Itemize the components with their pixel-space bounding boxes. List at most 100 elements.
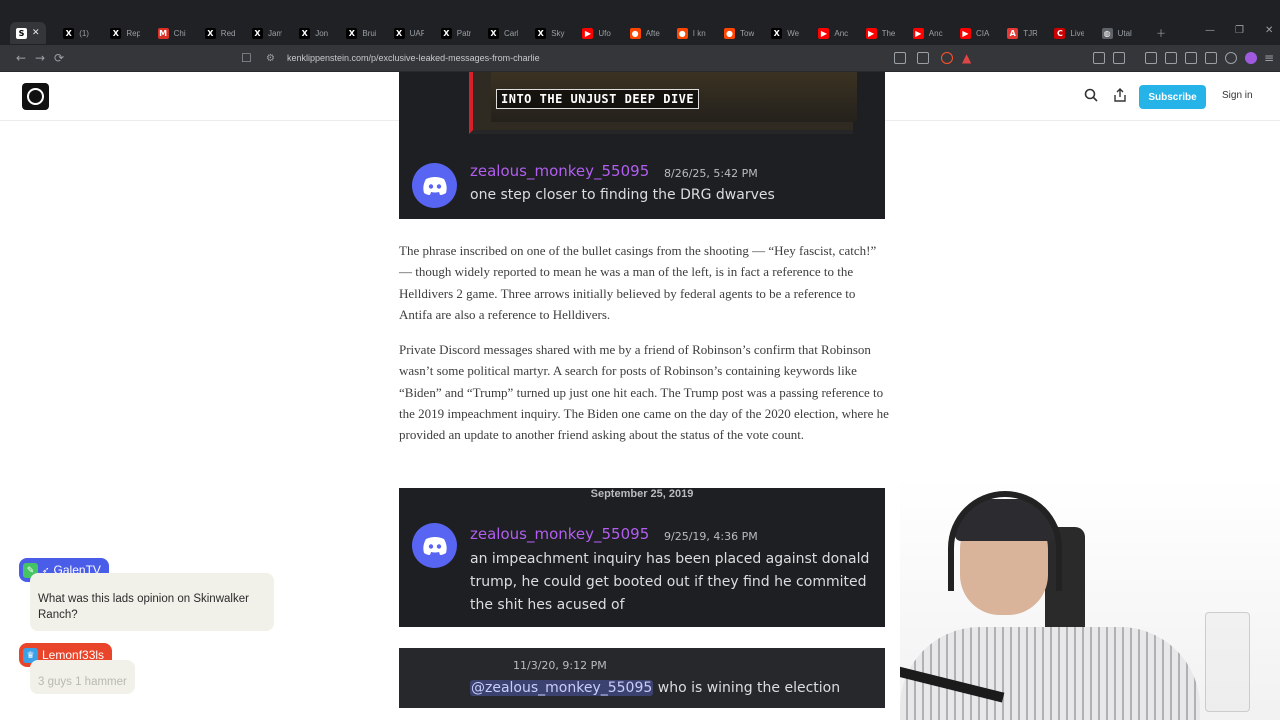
panel-icon[interactable] xyxy=(1165,52,1177,64)
browser-tab[interactable]: ▶ CIA xyxy=(954,22,996,44)
tab-title: Tow xyxy=(740,28,754,38)
brave-rewards-icon[interactable]: ▲ xyxy=(962,51,971,65)
x-icon: X xyxy=(110,27,122,39)
discord-message-line: @zealous_monkey_55095 who is wining the … xyxy=(470,677,885,700)
reddit-icon: ● xyxy=(676,27,688,39)
bookmark-icon[interactable]: ☐ xyxy=(241,51,252,65)
forward-icon[interactable]: → xyxy=(35,51,45,65)
discord-logo-icon xyxy=(422,176,447,195)
profile-icon[interactable] xyxy=(1245,52,1257,64)
maximize-icon[interactable]: ❐ xyxy=(1235,25,1244,36)
x-icon: X xyxy=(535,27,547,39)
browser-tab[interactable]: ● Tow xyxy=(718,22,760,44)
tab-title: Brui xyxy=(362,28,377,38)
browser-tab[interactable]: ◍ Utal xyxy=(1096,22,1138,44)
tab-title: Utal xyxy=(1117,28,1132,38)
brave-shield-icon[interactable] xyxy=(941,52,953,64)
tab-title: Chi xyxy=(173,28,186,38)
pdf-icon: A xyxy=(1007,27,1019,39)
tab-title: (1) xyxy=(79,28,89,38)
browser-tab[interactable]: X Carl xyxy=(482,22,524,44)
close-window-icon[interactable]: ✕ xyxy=(1265,25,1273,36)
x-icon: X xyxy=(204,27,216,39)
subscribe-button[interactable]: Subscribe xyxy=(1139,85,1206,109)
x-icon: X xyxy=(63,27,75,39)
browser-tab[interactable]: X Rep xyxy=(104,22,146,44)
browser-tab[interactable]: X (1) xyxy=(57,22,99,44)
sign-in-link[interactable]: Sign in xyxy=(1222,90,1253,101)
media-icon[interactable] xyxy=(1145,52,1157,64)
discord-avatar xyxy=(412,163,457,208)
wallet-icon[interactable] xyxy=(1185,52,1197,64)
browser-tab[interactable]: S ✕ xyxy=(10,22,46,44)
browser-tab[interactable]: ● I kn xyxy=(671,22,713,44)
extensions-icon[interactable] xyxy=(1093,52,1105,64)
browser-tab[interactable]: M Chi xyxy=(152,22,194,44)
site-info-icon[interactable]: ⚙ xyxy=(266,53,275,64)
browser-tab[interactable]: ▶ Ufo xyxy=(576,22,618,44)
browser-tab[interactable]: X Brui xyxy=(340,22,382,44)
tab-title: Patr xyxy=(456,28,471,38)
new-tab-icon[interactable]: ＋ xyxy=(1156,25,1166,40)
x-icon: X xyxy=(771,27,783,39)
x-icon: X xyxy=(488,27,499,39)
x-icon: X xyxy=(440,27,452,39)
youtube-icon: ▶ xyxy=(960,27,971,39)
browser-tab[interactable]: ▶ Anc xyxy=(812,22,854,44)
discord-avatar xyxy=(412,523,457,568)
x-icon: X xyxy=(346,27,358,39)
browser-tab[interactable]: X Patr xyxy=(435,22,477,44)
search-icon[interactable] xyxy=(1084,88,1098,102)
browser-tab[interactable]: ▶ The xyxy=(860,22,902,44)
discord-embed-3: 11/3/20, 9:12 PM @zealous_monkey_55095 w… xyxy=(399,648,885,708)
leo-icon[interactable] xyxy=(1205,52,1217,64)
youtube-icon: ▶ xyxy=(865,27,877,39)
chat-message: 3 guys 1 hammer xyxy=(30,660,135,694)
reddit-icon: ● xyxy=(629,27,641,39)
browser-tab[interactable]: X Jon xyxy=(293,22,335,44)
discord-message: one step closer to finding the DRG dwarv… xyxy=(470,187,775,203)
share-icon[interactable] xyxy=(1113,88,1127,102)
tab-title: Jam xyxy=(268,28,282,38)
discord-embed-1: INTO THE UNJUST DEEP DIVE zealous_monkey… xyxy=(399,72,885,219)
sidebar-icon[interactable] xyxy=(1113,52,1125,64)
site-logo[interactable] xyxy=(22,83,49,110)
back-icon[interactable]: ← xyxy=(16,51,26,65)
youtube-icon: ▶ xyxy=(912,27,924,39)
tab-title: The xyxy=(881,28,896,38)
vpn-icon[interactable] xyxy=(1225,52,1237,64)
reader-mode-icon[interactable] xyxy=(894,52,906,64)
browser-tab[interactable]: C Live xyxy=(1048,22,1090,44)
browser-tab[interactable]: X UAF xyxy=(388,22,430,44)
tab-title: Live xyxy=(1070,28,1085,38)
browser-tab[interactable]: X Sky xyxy=(529,22,571,44)
x-icon: X xyxy=(393,27,405,39)
browser-tab[interactable]: X We xyxy=(765,22,807,44)
youtube-icon: ▶ xyxy=(582,27,594,39)
share-icon[interactable] xyxy=(917,52,929,64)
tab-title: Anc xyxy=(928,28,943,38)
cnn-icon: C xyxy=(1054,27,1066,39)
video-caption: INTO THE UNJUST DEEP DIVE xyxy=(496,89,700,109)
browser-tab[interactable]: ● Afte xyxy=(624,22,666,44)
browser-tab[interactable]: A TJR xyxy=(1001,22,1043,44)
tab-title: TJR xyxy=(1023,28,1038,38)
tab-title: Carl xyxy=(504,28,518,38)
close-tab-icon[interactable]: ✕ xyxy=(32,28,40,38)
url-field[interactable]: kenklippenstein.com/p/exclusive-leaked-m… xyxy=(287,53,540,63)
tab-title: I kn xyxy=(692,28,706,38)
reload-icon[interactable]: ⟳ xyxy=(54,51,64,65)
tab-title: Jon xyxy=(315,28,329,38)
minimize-icon[interactable]: — xyxy=(1205,25,1215,36)
discord-message: who is wining the election xyxy=(653,680,841,696)
tab-title: Rep xyxy=(126,28,141,38)
browser-tab[interactable]: X Red xyxy=(199,22,241,44)
chat-message: What was this lads opinion on Skinwalker… xyxy=(30,573,274,631)
browser-tab[interactable]: ▶ Anc xyxy=(907,22,949,44)
address-bar: ← → ⟳ ☐ ⚙ kenklippenstein.com/p/exclusiv… xyxy=(0,45,1280,72)
browser-tab[interactable]: X Jam xyxy=(246,22,288,44)
menu-icon[interactable]: ≡ xyxy=(1264,51,1274,65)
tab-title: Red xyxy=(220,28,235,38)
discord-date-header: September 25, 2019 xyxy=(590,488,694,500)
discord-username: zealous_monkey_55095 xyxy=(470,162,650,180)
